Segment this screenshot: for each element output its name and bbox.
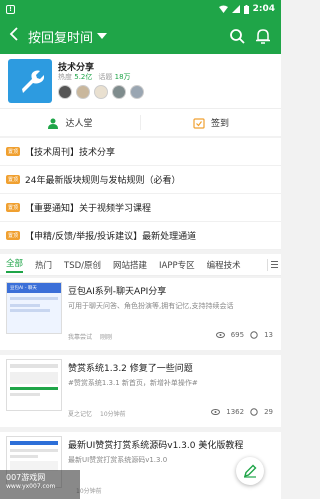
bell-icon[interactable]: [255, 28, 271, 44]
pinned-item[interactable]: 置顶 【申精/反馈/举报/投诉建议】最新处理通道: [0, 222, 281, 250]
pinned-item[interactable]: 置顶 【技术周刊】技术分享: [0, 138, 281, 166]
post-thumbnail: [6, 359, 62, 411]
heat-label: 热度: [58, 73, 72, 81]
person-icon: [48, 118, 59, 129]
back-arrow-icon: [9, 27, 18, 41]
search-icon[interactable]: [229, 28, 245, 44]
watermark-line1: 007游戏网: [6, 473, 46, 482]
chevron-down-icon: [97, 33, 108, 39]
edit-pen-icon: [243, 464, 257, 478]
pinned-tag: 置顶: [6, 203, 21, 212]
tabs-menu-icon[interactable]: [267, 258, 281, 271]
heat-value: 5.2亿: [74, 73, 93, 81]
pinned-title: 【申精/反馈/举报/投诉建议】最新处理通道: [25, 232, 197, 242]
status-time: 2:04: [252, 4, 275, 14]
forum-header: 技术分享 热度 5.2亿 话题 18万: [0, 54, 281, 108]
avatar[interactable]: [58, 85, 72, 99]
watermark: 007游戏网 www.yx007.com: [0, 470, 80, 499]
post-title: 豆包AI系列-聊天API分享: [68, 287, 167, 297]
post-meta: 我靠尝试 刚刚: [68, 332, 112, 341]
tab-hot[interactable]: 热门: [35, 259, 52, 271]
back-button[interactable]: [0, 18, 28, 54]
post-description: #赞赏系统1.3.1 新首页，新增补单操作#: [68, 379, 198, 387]
eye-icon: [215, 332, 225, 338]
post-counts: 1362 29: [211, 408, 273, 416]
pinned-item[interactable]: 置顶 【重要通知】关于视频学习课程: [0, 194, 281, 222]
pinned-title: 24年最新版块规则与发帖规则（必看）: [25, 176, 181, 186]
tab-tsd-original[interactable]: TSD/原创: [64, 259, 101, 271]
tab-website[interactable]: 网站搭建: [113, 259, 147, 271]
forum-actions: 达人堂 签到: [0, 108, 281, 136]
compose-post-button[interactable]: [236, 457, 264, 485]
post-thumbnail: 豆包AI - 聊天: [6, 282, 62, 334]
sort-dropdown[interactable]: 按回复时间: [28, 27, 108, 46]
post-title: 赞赏系统1.3.2 修复了一些问题: [68, 364, 193, 374]
post-author[interactable]: 夏之记忆: [68, 409, 92, 418]
pinned-posts: 置顶 【技术周刊】技术分享 置顶 24年最新版块规则与发帖规则（必看） 置顶 【重要通…: [0, 138, 281, 250]
post-author[interactable]: 我靠尝试: [68, 332, 92, 341]
post-time: 刚刚: [100, 334, 113, 341]
tab-iapp[interactable]: IAPP专区: [159, 259, 195, 271]
tab-all[interactable]: 全部: [6, 257, 24, 273]
pinned-title: 【技术周刊】技术分享: [25, 148, 116, 158]
hall-label: 达人堂: [65, 119, 93, 129]
topics-value: 18万: [114, 73, 131, 81]
comment-count: 29: [264, 408, 273, 416]
post-meta: 夏之记忆 10分钟前: [68, 409, 126, 418]
pinned-tag: 置顶: [6, 231, 21, 240]
app-bar: 按回复时间: [0, 18, 281, 54]
post-description: 可用于聊天问答、角色扮演等,拥有记忆,支持持续会话: [68, 302, 234, 310]
sort-label: 按回复时间: [28, 30, 94, 46]
pinned-tag: 置顶: [6, 175, 21, 184]
view-count: 695: [230, 331, 245, 339]
thumbnail-caption: 豆包AI - 聊天: [7, 283, 61, 293]
forum-logo: [8, 59, 52, 103]
topics-label: 话题: [98, 73, 113, 81]
avatar[interactable]: [130, 85, 144, 99]
status-bar: ! 2:04: [0, 0, 281, 18]
comment-icon: [250, 331, 258, 339]
wifi-icon: [218, 5, 228, 13]
post-title: 最新UI赞赏打赏系统源码v1.3.0 美化版教程: [68, 441, 244, 451]
view-count: 1362: [226, 408, 245, 416]
avatar[interactable]: [94, 85, 108, 99]
comment-icon: [250, 408, 258, 416]
member-avatars[interactable]: [58, 85, 144, 99]
tab-programming[interactable]: 编程技术: [207, 259, 241, 271]
battery-icon: [243, 4, 249, 14]
post-time: 10分钟前: [100, 411, 126, 418]
post-card[interactable]: 豆包AI - 聊天 豆包AI系列-聊天API分享 可用于聊天问答、角色扮演等,拥…: [0, 278, 281, 350]
comment-count: 13: [264, 331, 273, 339]
avatar[interactable]: [112, 85, 126, 99]
checkin-label: 签到: [210, 119, 229, 129]
avatar[interactable]: [76, 85, 90, 99]
wrench-icon: [22, 70, 44, 93]
calendar-check-icon: [193, 117, 205, 129]
hall-of-fame-button[interactable]: 达人堂: [0, 109, 140, 136]
status-right: 2:04: [218, 4, 275, 14]
notification-icon: !: [6, 4, 15, 14]
pinned-title: 【重要通知】关于视频学习课程: [25, 204, 152, 214]
pinned-tag: 置顶: [6, 147, 21, 156]
post-card[interactable]: 赞赏系统1.3.2 修复了一些问题 #赞赏系统1.3.1 新首页，新增补单操作#…: [0, 355, 281, 427]
category-tabs: 全部 热门 TSD/原创 网站搭建 IAPP专区 编程技术: [0, 254, 281, 276]
pinned-item[interactable]: 置顶 24年最新版块规则与发帖规则（必看）: [0, 166, 281, 194]
checkin-button[interactable]: 签到: [141, 109, 281, 136]
eye-icon: [211, 409, 221, 415]
watermark-line2: www.yx007.com: [6, 483, 56, 490]
signal-icon: [231, 5, 240, 13]
forum-stats: 热度 5.2亿 话题 18万: [58, 72, 131, 82]
post-counts: 695 13: [215, 331, 273, 339]
